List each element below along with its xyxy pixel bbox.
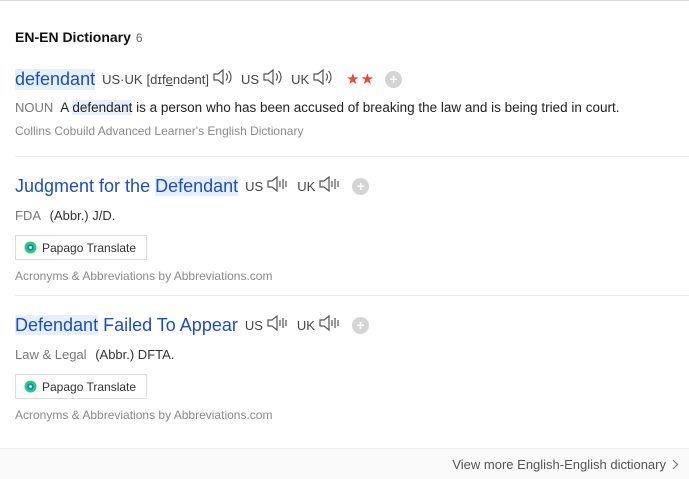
abbreviation: (Abbr.) DFTA. <box>95 347 175 362</box>
us-label: US <box>241 71 260 87</box>
divider <box>15 295 689 296</box>
entry-defendant-failed-to-appear: Defendant Failed To Appear US UK + Law &… <box>15 312 689 422</box>
star-rating: ★★ <box>346 71 376 88</box>
entry-title[interactable]: Judgment for the Defendant <box>15 175 239 197</box>
speaker-icon[interactable] <box>318 314 342 337</box>
add-icon[interactable]: + <box>385 70 403 88</box>
papago-icon <box>24 241 37 254</box>
entry-judgment-for-the-defendant: Judgment for the Defendant US UK + FDA (… <box>15 173 689 283</box>
category-label: Law & Legal <box>15 347 87 362</box>
top-divider <box>0 0 689 1</box>
add-icon[interactable]: + <box>352 177 370 195</box>
abbreviation: (Abbr.) J/D. <box>49 208 116 223</box>
source-label: Acronyms & Abbreviations by Abbreviation… <box>15 269 273 283</box>
abbreviation-line: Law & Legal (Abbr.) DFTA. <box>15 347 689 362</box>
speaker-icon[interactable] <box>318 175 342 198</box>
papago-translate-button[interactable]: Papago Translate <box>15 374 148 399</box>
view-more-link[interactable]: View more English-English dictionary <box>452 457 679 472</box>
part-of-speech: NOUN <box>15 100 54 115</box>
uk-label: UK <box>297 178 316 194</box>
footer-bar: View more English-English dictionary <box>0 448 689 479</box>
source-label: Collins Cobuild Advanced Learner's Engli… <box>15 124 304 138</box>
phonetic: [dɪfendənt] <box>146 71 210 87</box>
papago-translate-button[interactable]: Papago Translate <box>15 235 148 260</box>
uk-label: UK <box>291 71 310 87</box>
papago-icon <box>24 380 37 393</box>
entry-head: Judgment for the Defendant US UK + <box>15 173 689 199</box>
entry-defendant: defendant US·UK [dɪfendənt] US UK ★★ + N… <box>15 66 689 138</box>
speaker-icon[interactable] <box>212 68 234 91</box>
chevron-right-icon <box>672 459 679 470</box>
dictionary-header: EN-EN Dictionary 6 <box>15 29 143 45</box>
headword[interactable]: defendant <box>15 68 96 90</box>
category-label: FDA <box>15 208 41 223</box>
entry-head: defendant US·UK [dɪfendənt] US UK ★★ + <box>15 66 689 92</box>
section-title: EN-EN Dictionary <box>15 29 131 45</box>
definition-highlight: defendant <box>72 100 133 115</box>
uk-label: UK <box>296 317 315 333</box>
result-count: 6 <box>135 31 143 45</box>
definition: NOUN A defendant is a person who has bee… <box>15 100 620 115</box>
entry-title[interactable]: Defendant Failed To Appear <box>15 314 238 336</box>
pron-label-all: US·UK <box>102 71 143 87</box>
speaker-icon[interactable] <box>262 68 284 91</box>
speaker-icon[interactable] <box>266 314 290 337</box>
add-icon[interactable]: + <box>351 316 369 334</box>
us-label: US <box>245 178 264 194</box>
source-label: Acronyms & Abbreviations by Abbreviation… <box>15 408 273 422</box>
abbreviation-line: FDA (Abbr.) J/D. <box>15 208 689 223</box>
entry-head: Defendant Failed To Appear US UK + <box>15 312 689 338</box>
speaker-icon[interactable] <box>266 175 290 198</box>
speaker-icon[interactable] <box>312 68 334 91</box>
divider <box>15 156 689 157</box>
us-label: US <box>244 317 263 333</box>
